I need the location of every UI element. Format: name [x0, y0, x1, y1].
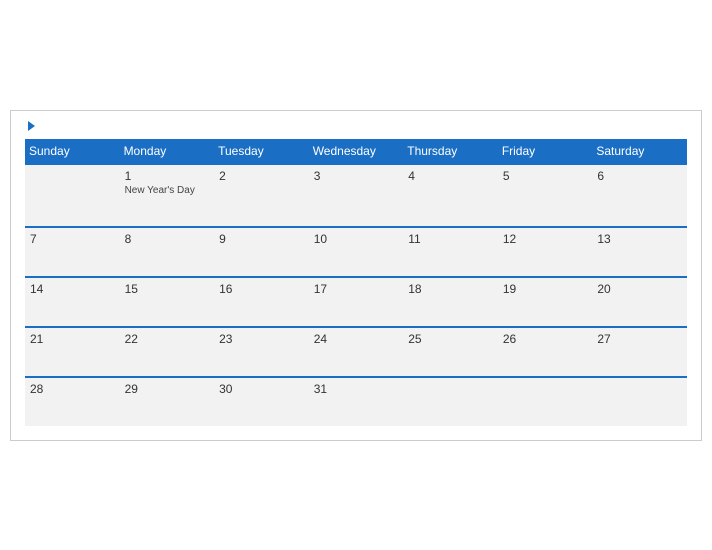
day-number: 20	[597, 282, 682, 296]
calendar-cell: 7	[25, 227, 120, 277]
week-row-1: 789 10 11 12 13	[25, 227, 687, 277]
calendar-cell: 11	[403, 227, 498, 277]
calendar-cell: 26	[498, 327, 593, 377]
calendar-cell: 2	[214, 164, 309, 227]
day-number: 3	[314, 169, 399, 183]
calendar-cell: 9	[214, 227, 309, 277]
calendar-cell: 29	[120, 377, 215, 426]
day-number: 12	[503, 232, 588, 246]
calendar-cell: 20	[592, 277, 687, 327]
day-number: 30	[219, 382, 304, 396]
calendar-cell	[25, 164, 120, 227]
day-number: 4	[408, 169, 493, 183]
calendar-cell: 28	[25, 377, 120, 426]
calendar-cell: 27	[592, 327, 687, 377]
day-number: 5	[503, 169, 588, 183]
day-number: 22	[125, 332, 210, 346]
calendar-cell: 10	[309, 227, 404, 277]
calendar-cell: 23	[214, 327, 309, 377]
day-number: 21	[30, 332, 115, 346]
day-number: 26	[503, 332, 588, 346]
calendar-cell: 16	[214, 277, 309, 327]
calendar-cell: 12	[498, 227, 593, 277]
calendar-cell: 25	[403, 327, 498, 377]
day-number: 29	[125, 382, 210, 396]
logo-blue-text	[25, 121, 35, 131]
day-number: 11	[408, 232, 493, 246]
day-number: 25	[408, 332, 493, 346]
calendar-grid: SundayMondayTuesdayWednesdayThursdayFrid…	[25, 139, 687, 426]
day-number: 9	[219, 232, 304, 246]
calendar-cell: 3	[309, 164, 404, 227]
calendar-cell: 18	[403, 277, 498, 327]
day-number: 1	[125, 169, 210, 183]
calendar-container: SundayMondayTuesdayWednesdayThursdayFrid…	[10, 110, 702, 441]
logo-triangle-icon	[28, 121, 35, 131]
weekday-header-wednesday: Wednesday	[309, 139, 404, 164]
calendar-cell: 30	[214, 377, 309, 426]
calendar-cell: 31	[309, 377, 404, 426]
week-row-2: 14 15 16 17 18 19 20	[25, 277, 687, 327]
calendar-cell	[403, 377, 498, 426]
calendar-cell: 5	[498, 164, 593, 227]
weekday-header-tuesday: Tuesday	[214, 139, 309, 164]
calendar-header	[25, 121, 687, 131]
weekday-header-row: SundayMondayTuesdayWednesdayThursdayFrid…	[25, 139, 687, 164]
day-number: 2	[219, 169, 304, 183]
day-number: 16	[219, 282, 304, 296]
calendar-cell: 13	[592, 227, 687, 277]
day-number: 24	[314, 332, 399, 346]
weekday-header-friday: Friday	[498, 139, 593, 164]
day-number: 27	[597, 332, 682, 346]
day-number: 13	[597, 232, 682, 246]
calendar-cell: 22	[120, 327, 215, 377]
calendar-cell: 24	[309, 327, 404, 377]
day-number: 28	[30, 382, 115, 396]
calendar-cell: 21	[25, 327, 120, 377]
day-number: 8	[125, 232, 210, 246]
day-event: New Year's Day	[125, 185, 210, 196]
day-number: 31	[314, 382, 399, 396]
week-row-4: 28 29 30 31	[25, 377, 687, 426]
day-number: 18	[408, 282, 493, 296]
calendar-cell: 17	[309, 277, 404, 327]
day-number: 6	[597, 169, 682, 183]
day-number: 14	[30, 282, 115, 296]
day-number: 7	[30, 232, 115, 246]
day-number: 10	[314, 232, 399, 246]
day-number: 15	[125, 282, 210, 296]
calendar-cell	[592, 377, 687, 426]
calendar-cell: 15	[120, 277, 215, 327]
logo	[25, 121, 35, 131]
calendar-cell: 4	[403, 164, 498, 227]
weekday-header-thursday: Thursday	[403, 139, 498, 164]
calendar-cell: 6	[592, 164, 687, 227]
calendar-cell: 1 New Year's Day	[120, 164, 215, 227]
weekday-header-monday: Monday	[120, 139, 215, 164]
day-number: 23	[219, 332, 304, 346]
weekday-header-saturday: Saturday	[592, 139, 687, 164]
week-row-0: 1 New Year's Day 23456	[25, 164, 687, 227]
calendar-cell: 8	[120, 227, 215, 277]
weekday-header-sunday: Sunday	[25, 139, 120, 164]
week-row-3: 21 22 23 24 25 26 27	[25, 327, 687, 377]
calendar-cell	[498, 377, 593, 426]
calendar-cell: 19	[498, 277, 593, 327]
day-number: 19	[503, 282, 588, 296]
day-number: 17	[314, 282, 399, 296]
calendar-cell: 14	[25, 277, 120, 327]
